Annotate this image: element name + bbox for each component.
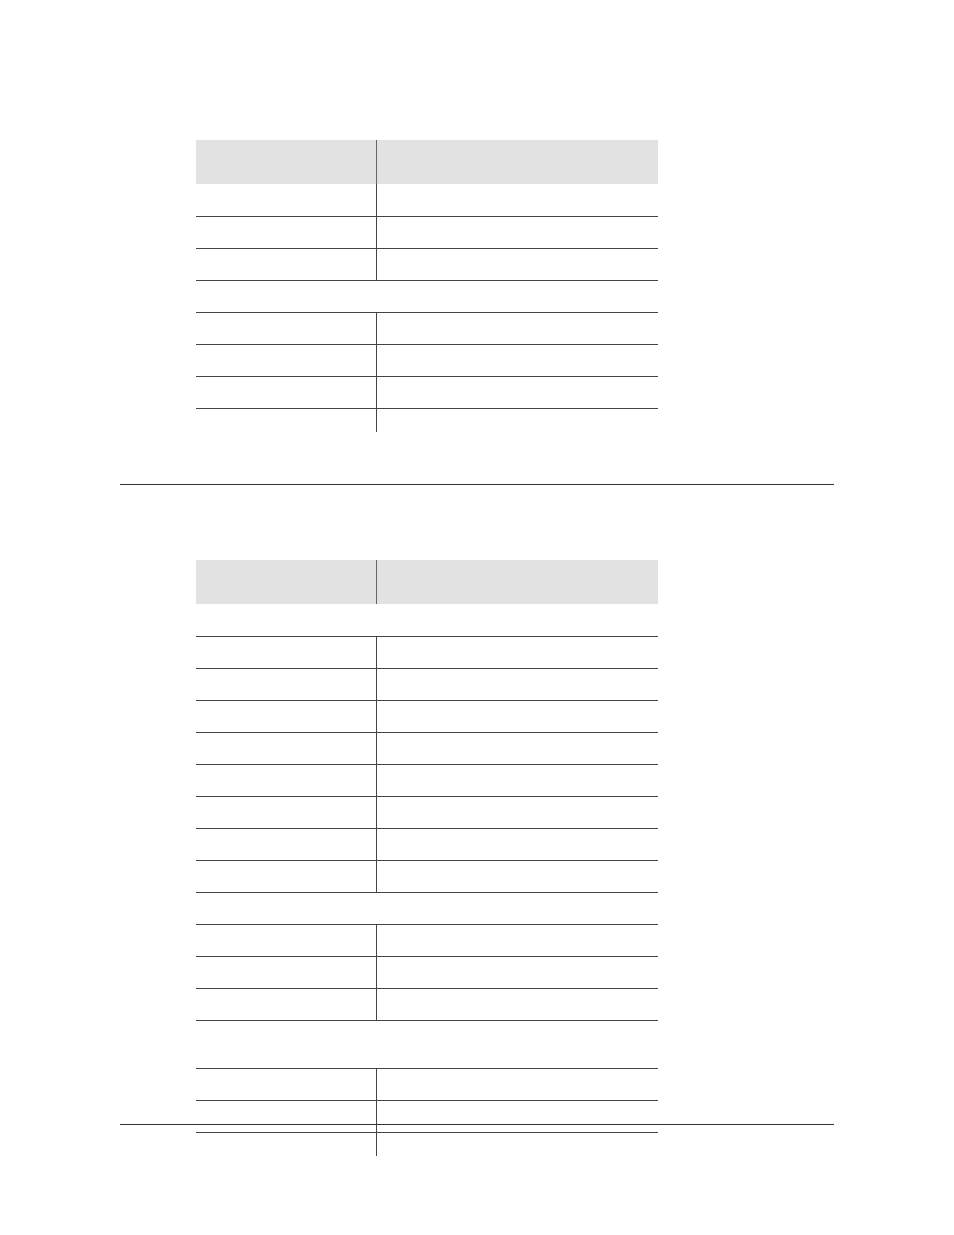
cell-label xyxy=(196,988,376,1020)
cell-label xyxy=(196,956,376,988)
cell-label xyxy=(196,376,376,408)
cell-value xyxy=(376,184,658,216)
cell-value xyxy=(376,216,658,248)
cell-value xyxy=(376,732,658,764)
cell-value xyxy=(376,828,658,860)
table-row xyxy=(196,764,658,796)
cell-value xyxy=(376,344,658,376)
table-section-1 xyxy=(196,140,658,432)
cell-label xyxy=(196,1100,376,1132)
cell-label xyxy=(196,344,376,376)
table-group-row xyxy=(196,892,658,924)
cell-value xyxy=(376,376,658,408)
cell-empty xyxy=(376,408,658,432)
table-row xyxy=(196,924,658,956)
table-row xyxy=(196,668,658,700)
table-row xyxy=(196,248,658,280)
table-row xyxy=(196,216,658,248)
table-group-row xyxy=(196,280,658,312)
cell-value xyxy=(376,1068,658,1100)
cell-label xyxy=(196,184,376,216)
table-row xyxy=(196,1100,658,1132)
footer-divider xyxy=(120,1124,834,1125)
cell-empty xyxy=(196,1132,376,1156)
cell-value xyxy=(376,860,658,892)
cell-label xyxy=(196,312,376,344)
spec-table-2 xyxy=(196,560,658,1156)
table-group-row xyxy=(196,604,658,636)
cell-label xyxy=(196,924,376,956)
table-section-2 xyxy=(196,560,658,1156)
header-cell-right xyxy=(376,140,658,184)
cell-value xyxy=(376,248,658,280)
table-trailing-row xyxy=(196,408,658,432)
table-row xyxy=(196,796,658,828)
cell-empty xyxy=(376,1132,658,1156)
group-label xyxy=(196,280,658,312)
header-cell-left xyxy=(196,560,376,604)
cell-value xyxy=(376,312,658,344)
cell-value xyxy=(376,668,658,700)
header-cell-right xyxy=(376,560,658,604)
header-cell-left xyxy=(196,140,376,184)
cell-label xyxy=(196,860,376,892)
table-row xyxy=(196,732,658,764)
table-row xyxy=(196,1068,658,1100)
table-row xyxy=(196,828,658,860)
table-row xyxy=(196,184,658,216)
group-label xyxy=(196,892,658,924)
table-header-row xyxy=(196,560,658,604)
table-row xyxy=(196,344,658,376)
table-row xyxy=(196,636,658,668)
table-row xyxy=(196,956,658,988)
table-row xyxy=(196,700,658,732)
spec-table-1 xyxy=(196,140,658,432)
cell-label xyxy=(196,668,376,700)
cell-label xyxy=(196,732,376,764)
cell-label xyxy=(196,248,376,280)
cell-value xyxy=(376,1100,658,1132)
table-trailing-row xyxy=(196,1132,658,1156)
table-row xyxy=(196,312,658,344)
table-row xyxy=(196,860,658,892)
group-label xyxy=(196,604,658,636)
cell-value xyxy=(376,796,658,828)
table-row xyxy=(196,376,658,408)
cell-label xyxy=(196,796,376,828)
cell-value xyxy=(376,988,658,1020)
cell-value xyxy=(376,636,658,668)
group-label xyxy=(196,1020,658,1068)
cell-value xyxy=(376,956,658,988)
table-header-row xyxy=(196,140,658,184)
cell-value xyxy=(376,700,658,732)
cell-label xyxy=(196,1068,376,1100)
cell-label xyxy=(196,764,376,796)
table-row xyxy=(196,988,658,1020)
cell-label xyxy=(196,636,376,668)
cell-value xyxy=(376,764,658,796)
cell-empty xyxy=(196,408,376,432)
section-divider xyxy=(120,484,834,485)
cell-value xyxy=(376,924,658,956)
cell-label xyxy=(196,700,376,732)
table-group-row xyxy=(196,1020,658,1068)
cell-label xyxy=(196,216,376,248)
cell-label xyxy=(196,828,376,860)
